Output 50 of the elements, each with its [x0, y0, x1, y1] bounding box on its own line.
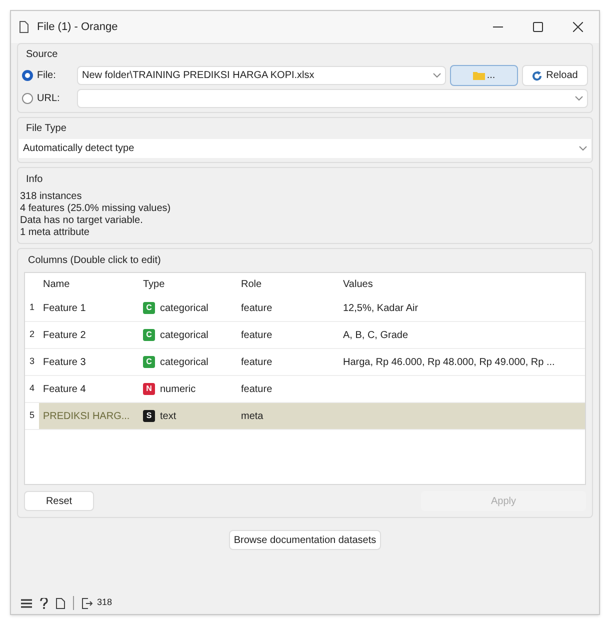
table-cell-text: Feature 4: [42, 382, 87, 396]
reset-button[interactable]: Reset: [24, 491, 94, 511]
group-title: File Type: [25, 122, 68, 136]
info-text: Data has no target variable.: [20, 215, 144, 227]
output-count: 318: [97, 596, 112, 610]
table-cell-text: categorical: [160, 356, 208, 370]
window-title: File (1) - Orange: [37, 20, 118, 35]
table-cell-text: Feature 1: [42, 302, 87, 316]
table-cell-text: Feature 2: [42, 328, 87, 342]
table-cell-text: PREDIKSI HARG...: [42, 410, 131, 424]
table-cell-text: A, B, C, Grade: [342, 328, 410, 342]
type-badge: C: [143, 329, 155, 341]
type-badge: N: [143, 383, 155, 395]
group-title: Columns (Double click to edit): [27, 254, 162, 268]
table-cell-text: feature: [240, 356, 274, 370]
table-row[interactable]: 5 PREDIKSI HARG... S text meta: [25, 403, 585, 430]
table-cell-text: meta: [240, 410, 264, 424]
group-title: Info: [25, 173, 44, 187]
table-row[interactable]: 1 Feature 1 C categorical feature 12,5%, Kadar Air: [25, 295, 585, 322]
reload-button[interactable]: Reload: [522, 65, 588, 86]
column-header[interactable]: Type: [139, 276, 237, 292]
info-text: 318 instances: [20, 191, 83, 203]
column-header[interactable]: Values: [339, 276, 585, 292]
column-header[interactable]: Name: [39, 276, 139, 292]
table-cell-text: feature: [240, 382, 274, 396]
type-badge: C: [143, 302, 155, 314]
radio-label: File:: [37, 69, 57, 83]
file-type-combo[interactable]: Automatically detect type: [19, 139, 591, 158]
table-cell-text: feature: [240, 302, 274, 316]
group-title: Source: [25, 48, 59, 62]
type-badge: C: [143, 356, 155, 368]
table-cell-text: numeric: [160, 382, 196, 396]
table-cell-text: text: [160, 410, 176, 424]
table-cell-text: categorical: [160, 328, 208, 342]
table-cell-text: feature: [240, 328, 274, 342]
table-row[interactable]: 2 Feature 2 C categorical feature A, B, C, Grade: [25, 322, 585, 349]
info-text: 1 meta attribute: [20, 227, 90, 239]
column-header[interactable]: Role: [237, 276, 339, 292]
type-badge: S: [143, 410, 155, 422]
radio-label: URL:: [37, 92, 61, 106]
file-combo[interactable]: New folder\TRAINING PREDIKSI HARGA KOPI.xlsx: [77, 66, 446, 85]
table-cell-text: Harga, Rp 46.000, Rp 48.000, Rp 49.000, Rp ...: [342, 356, 556, 370]
info-text: 4 features (25.0% missing values): [20, 203, 172, 215]
browse-folder-button[interactable]: ...: [450, 65, 518, 86]
browse-datasets-button[interactable]: Browse documentation datasets: [228, 530, 382, 550]
table-cell-text: Feature 3: [42, 356, 87, 370]
table-cell-text: 12,5%, Kadar Air: [342, 302, 420, 316]
table-row[interactable]: 3 Feature 3 C categorical feature Harga, Rp 46.000, Rp 48.000, Rp 49.000, Rp ...: [25, 349, 585, 376]
table-cell-text: categorical: [160, 302, 208, 316]
row-number: 5: [25, 403, 39, 429]
